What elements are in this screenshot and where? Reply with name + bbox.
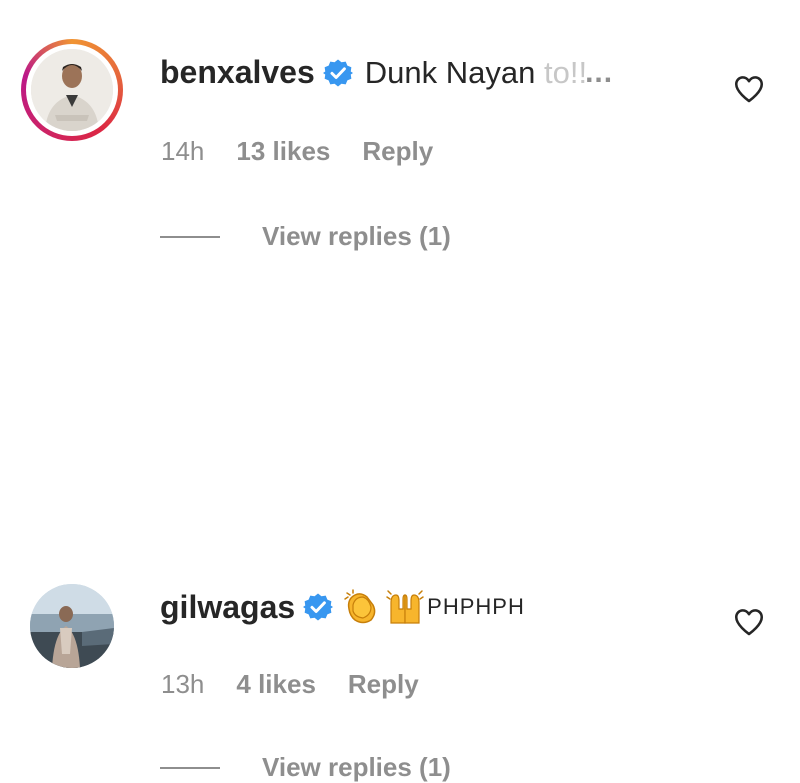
raising-hands-emoji <box>385 587 425 627</box>
divider-line <box>160 766 220 769</box>
avatar-photo <box>31 49 113 131</box>
avatar[interactable] <box>30 584 114 668</box>
more-button[interactable]: ... <box>585 56 613 90</box>
username[interactable]: gilwagas <box>160 589 295 626</box>
verified-badge-icon <box>322 58 353 88</box>
timestamp[interactable]: 13h <box>161 669 204 700</box>
comment-meta: 13h 4 likes Reply <box>161 669 419 700</box>
heart-icon[interactable] <box>732 72 766 106</box>
comment-header: gilwagas PHPHPH <box>160 587 525 627</box>
divider-line <box>160 235 220 238</box>
reply-button[interactable]: Reply <box>348 669 419 700</box>
likes-count[interactable]: 4 likes <box>236 669 316 700</box>
view-replies-label: View replies (1) <box>262 752 451 782</box>
view-replies-button[interactable]: View replies (1) <box>160 221 451 252</box>
comment-text-truncated: to!! <box>543 54 588 90</box>
comment-text: Dunk Nayan to!! <box>365 55 587 91</box>
view-replies-label: View replies (1) <box>262 221 451 251</box>
comment-meta: 14h 13 likes Reply <box>161 136 433 167</box>
heart-icon[interactable] <box>732 605 766 639</box>
comment-header: benxalves Dunk Nayan to!! ... <box>160 54 613 91</box>
verified-badge-icon <box>303 592 334 622</box>
username[interactable]: benxalves <box>160 54 315 91</box>
avatar[interactable] <box>21 39 123 141</box>
comment: benxalves Dunk Nayan to!! ... 14h 13 lik… <box>0 0 800 270</box>
avatar-ring-gap <box>26 44 118 136</box>
clapping-hands-emoji <box>341 587 381 627</box>
reply-button[interactable]: Reply <box>362 136 433 167</box>
view-replies-button[interactable]: View replies (1) <box>160 752 451 783</box>
likes-count[interactable]: 13 likes <box>236 136 330 167</box>
comment: gilwagas PHPHPH 13h 4 likes Reply View r… <box>0 270 800 782</box>
comment-text: PHPHPH <box>427 594 525 619</box>
comment-text-visible: Dunk Nayan <box>364 54 536 90</box>
timestamp[interactable]: 14h <box>161 136 204 167</box>
